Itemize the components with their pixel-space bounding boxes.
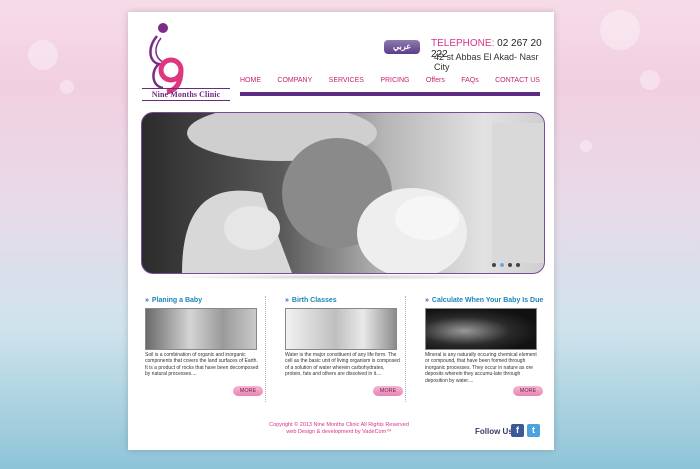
feature-title-birth-classes[interactable]: » Birth Classes — [285, 297, 403, 304]
page-container: Nine Months Clinic عربي TELEPHONE: 02 26… — [128, 12, 554, 450]
nav-contact-us[interactable]: CONTACT US — [495, 77, 540, 91]
feature-title-text: Birth Classes — [291, 297, 337, 304]
column-divider — [265, 296, 266, 402]
hero-photo — [182, 113, 544, 273]
double-chevron-icon: » — [145, 297, 149, 304]
feature-due-date: » Calculate When Your Baby Is Due Mineral… — [425, 297, 543, 396]
feature-image-baby-feet — [145, 308, 257, 350]
double-chevron-icon: » — [285, 297, 289, 304]
language-switch-button[interactable]: عربي — [384, 40, 420, 54]
feature-description: Mineral is any naturally occuring chemic… — [425, 352, 537, 384]
phone-label: TELEPHONE: — [431, 38, 495, 49]
nav-faqs[interactable]: FAQs — [461, 77, 479, 91]
facebook-icon[interactable]: f — [511, 424, 524, 437]
nav-services[interactable]: SERVICES — [329, 77, 364, 91]
footer-copyright: Copyright © 2013 Nine Months Clinic All … — [244, 422, 434, 436]
hero-slider[interactable] — [141, 112, 545, 274]
copyright-line: Copyright © 2013 Nine Months Clinic All … — [269, 422, 409, 428]
feature-title-planning[interactable]: » Planing a Baby — [145, 297, 263, 304]
nav-company[interactable]: COMPANY — [277, 77, 312, 91]
feature-image-ultrasound — [425, 308, 537, 350]
double-chevron-icon: » — [425, 297, 429, 304]
slider-dots — [492, 263, 520, 267]
slider-dot-4[interactable] — [516, 263, 520, 267]
credit-line: web Design & development by VadeCom™ — [286, 429, 392, 435]
nav-offers[interactable]: Offers — [426, 77, 445, 91]
hero-shadow — [148, 274, 538, 280]
nav-home[interactable]: HOME — [240, 77, 261, 91]
feature-description: Water is the major constituent of any li… — [285, 352, 400, 378]
nav-pricing[interactable]: PRICING — [380, 77, 409, 91]
slider-dot-2[interactable] — [500, 263, 504, 267]
more-button[interactable]: MORE — [373, 386, 403, 396]
feature-image-pregnant-belly — [285, 308, 397, 350]
slider-dot-1[interactable] — [492, 263, 496, 267]
feature-title-due-date[interactable]: » Calculate When Your Baby Is Due — [425, 297, 543, 304]
feature-planning: » Planing a Baby Soil is a combination of… — [145, 297, 263, 396]
more-button[interactable]: MORE — [513, 386, 543, 396]
feature-birth-classes: » Birth Classes Water is the major consti… — [285, 297, 403, 396]
more-button[interactable]: MORE — [233, 386, 263, 396]
feature-description: Soil is a combination of organic and ino… — [145, 352, 259, 378]
feature-title-text: Calculate When Your Baby Is Due — [431, 297, 544, 304]
address: 42 st Abbas El Akad- Nasr City — [434, 52, 539, 72]
logo-wordmark: Nine Months Clinic — [142, 88, 230, 101]
nav-divider — [240, 92, 540, 96]
column-divider — [405, 296, 406, 402]
follow-us-label: Follow Us — [475, 427, 513, 436]
main-nav: HOME COMPANY SERVICES PRICING Offers FAQ… — [240, 77, 540, 91]
feature-title-text: Planing a Baby — [151, 297, 203, 304]
twitter-icon[interactable]: t — [527, 424, 540, 437]
slider-dot-3[interactable] — [508, 263, 512, 267]
